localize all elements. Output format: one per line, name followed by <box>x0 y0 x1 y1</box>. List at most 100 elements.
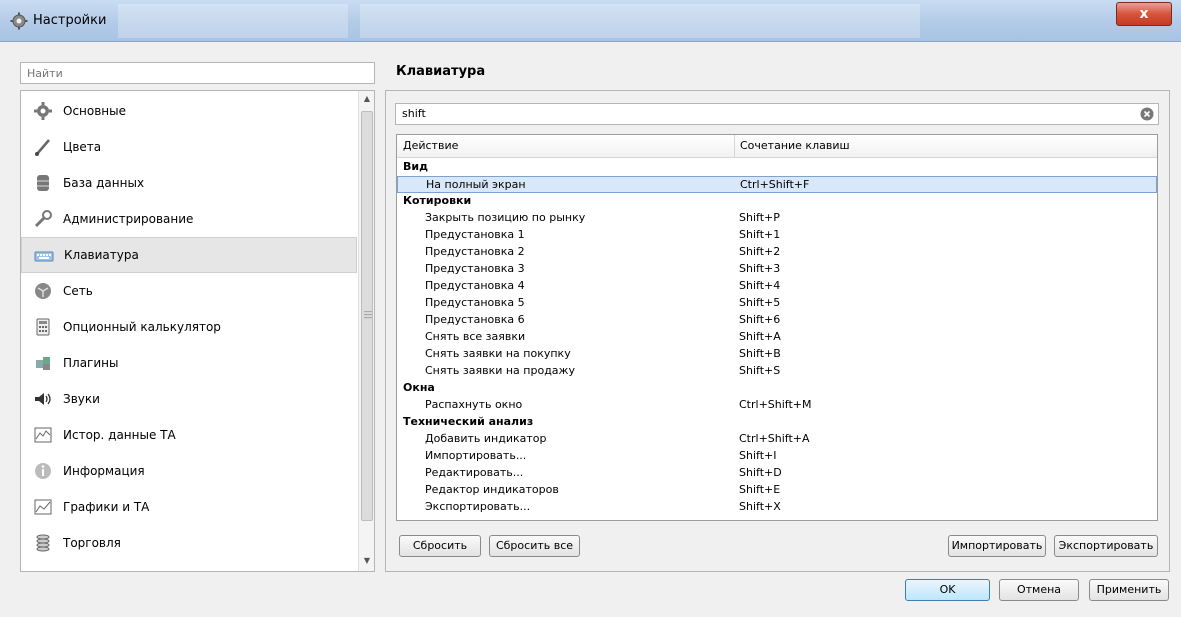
table-row[interactable]: Импортировать... Shift+I <box>397 448 1157 465</box>
sidebar-scrollbar[interactable]: ▲ ― ― ― ▼ <box>358 91 374 571</box>
action-cell: Предустановка 1 <box>425 228 525 241</box>
export-button[interactable]: Экспортировать <box>1054 535 1158 557</box>
shortcut-cell[interactable]: Shift+6 <box>739 312 780 328</box>
clear-icon[interactable] <box>1140 107 1154 121</box>
scroll-up-arrow-icon[interactable]: ▲ <box>359 91 374 107</box>
cancel-button[interactable]: Отмена <box>999 579 1079 601</box>
table-row[interactable]: Снять все заявки Shift+A <box>397 329 1157 346</box>
action-cell: Предустановка 5 <box>425 296 525 309</box>
puzzle-icon <box>36 357 50 370</box>
sidebar-item-database[interactable]: База данных <box>21 165 357 201</box>
sidebar-item-label: Клавиатура <box>64 248 139 262</box>
sidebar-item-label: Основные <box>63 104 127 118</box>
shortcut-cell[interactable]: Shift+A <box>739 329 781 345</box>
table-group-row[interactable]: Котировки <box>397 193 1157 210</box>
shortcut-cell[interactable]: Shift+D <box>739 465 782 481</box>
shortcut-cell[interactable]: Shift+3 <box>739 261 780 277</box>
sidebar-item-trading[interactable]: Торговля <box>21 525 357 561</box>
network-icon <box>35 283 51 299</box>
scrollbar-thumb[interactable]: ― ― ― <box>361 111 373 521</box>
shortcut-filter-input[interactable]: shift <box>395 103 1159 125</box>
shortcut-cell[interactable]: Shift+4 <box>739 278 780 294</box>
shortcut-cell[interactable]: Shift+I <box>739 448 776 464</box>
ok-button[interactable]: OK <box>905 579 990 601</box>
shortcut-cell[interactable]: Shift+X <box>739 499 781 515</box>
page-title: Клавиатура <box>396 64 486 79</box>
shortcut-cell[interactable]: Shift+2 <box>739 244 780 260</box>
action-cell: Экспортировать... <box>425 500 531 513</box>
shortcut-cell[interactable]: Shift+S <box>739 363 780 379</box>
line-chart-icon <box>34 499 52 515</box>
table-row[interactable]: Закрыть позицию по рынку Shift+P <box>397 210 1157 227</box>
table-row[interactable]: Добавить индикатор Ctrl+Shift+A <box>397 431 1157 448</box>
table-row[interactable]: Предустановка 5 Shift+5 <box>397 295 1157 312</box>
sidebar-item-plugins[interactable]: Плагины <box>21 345 357 381</box>
table-row[interactable]: Предустановка 2 Shift+2 <box>397 244 1157 261</box>
shortcut-cell[interactable]: Shift+1 <box>739 227 780 243</box>
action-cell: На полный экран <box>426 178 526 191</box>
close-button[interactable]: x <box>1116 2 1172 26</box>
shortcut-cell[interactable]: Shift+B <box>739 346 781 362</box>
settings-category-list: Основные Цвета База данных Администриров… <box>20 90 375 572</box>
action-cell: Снять все заявки <box>425 330 526 343</box>
action-cell: Редактировать... <box>425 466 524 479</box>
action-cell: Вид <box>403 160 428 173</box>
settings-search-input[interactable] <box>20 62 375 84</box>
table-row[interactable]: Предустановка 1 Shift+1 <box>397 227 1157 244</box>
sidebar-item-sounds[interactable]: Звуки <box>21 381 357 417</box>
apply-button[interactable]: Применить <box>1089 579 1169 601</box>
reset-all-button[interactable]: Сбросить все <box>489 535 580 557</box>
table-group-row[interactable]: Технический анализ <box>397 414 1157 431</box>
sidebar-item-keyboard[interactable]: Клавиатура <box>21 237 357 273</box>
action-cell: Предустановка 2 <box>425 245 525 258</box>
table-group-row[interactable]: Окна <box>397 380 1157 397</box>
filter-value: shift <box>402 107 426 120</box>
action-cell: Снять заявки на покупку <box>425 347 571 360</box>
shortcut-cell[interactable]: Ctrl+Shift+A <box>739 431 810 447</box>
sidebar-item-label: Графики и ТА <box>63 500 150 514</box>
sidebar-item-label: База данных <box>63 176 145 190</box>
table-row[interactable]: Редактор индикаторов Shift+E <box>397 482 1157 499</box>
shortcut-cell[interactable]: Shift+E <box>739 482 780 498</box>
title-bar-background <box>360 4 920 38</box>
action-cell: Предустановка 6 <box>425 313 525 326</box>
table-row[interactable]: Предустановка 4 Shift+4 <box>397 278 1157 295</box>
sidebar-item-general[interactable]: Основные <box>21 93 357 129</box>
table-row[interactable]: Предустановка 3 Shift+3 <box>397 261 1157 278</box>
sidebar-item-administration[interactable]: Администрирование <box>21 201 357 237</box>
sidebar-item-information[interactable]: Информация <box>21 453 357 489</box>
window-title: Настройки <box>33 13 107 28</box>
action-cell: Распахнуть окно <box>425 398 523 411</box>
table-row[interactable]: Предустановка 6 Shift+6 <box>397 312 1157 329</box>
action-cell: Предустановка 4 <box>425 279 525 292</box>
import-button[interactable]: Импортировать <box>948 535 1046 557</box>
sidebar-item-charts[interactable]: Графики и ТА <box>21 489 357 525</box>
scroll-down-arrow-icon[interactable]: ▼ <box>359 553 374 569</box>
shortcut-cell[interactable]: Shift+5 <box>739 295 780 311</box>
sidebar-item-option-calculator[interactable]: Опционный калькулятор <box>21 309 357 345</box>
sidebar-item-label: Информация <box>63 464 145 478</box>
sidebar-item-history-data[interactable]: Истор. данные ТА <box>21 417 357 453</box>
sidebar-item-network[interactable]: Сеть <box>21 273 357 309</box>
column-header-action[interactable]: Действие <box>397 135 458 158</box>
column-header-shortcut[interactable]: Сочетание клавиш <box>734 135 850 158</box>
table-row[interactable]: Снять заявки на покупку Shift+B <box>397 346 1157 363</box>
sidebar-item-colors[interactable]: Цвета <box>21 129 357 165</box>
table-row[interactable]: Экспортировать... Shift+X <box>397 499 1157 516</box>
action-cell: Редактор индикаторов <box>425 483 559 496</box>
action-cell: Снять заявки на продажу <box>425 364 575 377</box>
sidebar-item-label: Истор. данные ТА <box>63 428 176 442</box>
coins-icon <box>36 534 50 552</box>
table-row[interactable]: Редактировать... Shift+D <box>397 465 1157 482</box>
shortcut-cell[interactable]: Ctrl+Shift+M <box>739 397 812 413</box>
reset-button[interactable]: Сбросить <box>399 535 481 557</box>
table-row[interactable]: Распахнуть окно Ctrl+Shift+M <box>397 397 1157 414</box>
shortcut-cell[interactable]: Shift+P <box>739 210 780 226</box>
shortcut-cell[interactable]: Ctrl+Shift+F <box>740 177 809 193</box>
sidebar-item-label: Торговля <box>63 536 121 550</box>
table-row[interactable]: Снять заявки на продажу Shift+S <box>397 363 1157 380</box>
shortcuts-table: Действие Сочетание клавиш Вид На полный э… <box>396 134 1158 521</box>
table-row[interactable]: На полный экран Ctrl+Shift+F <box>397 176 1157 193</box>
table-group-row[interactable]: Вид <box>397 159 1157 176</box>
brush-icon <box>35 139 50 156</box>
